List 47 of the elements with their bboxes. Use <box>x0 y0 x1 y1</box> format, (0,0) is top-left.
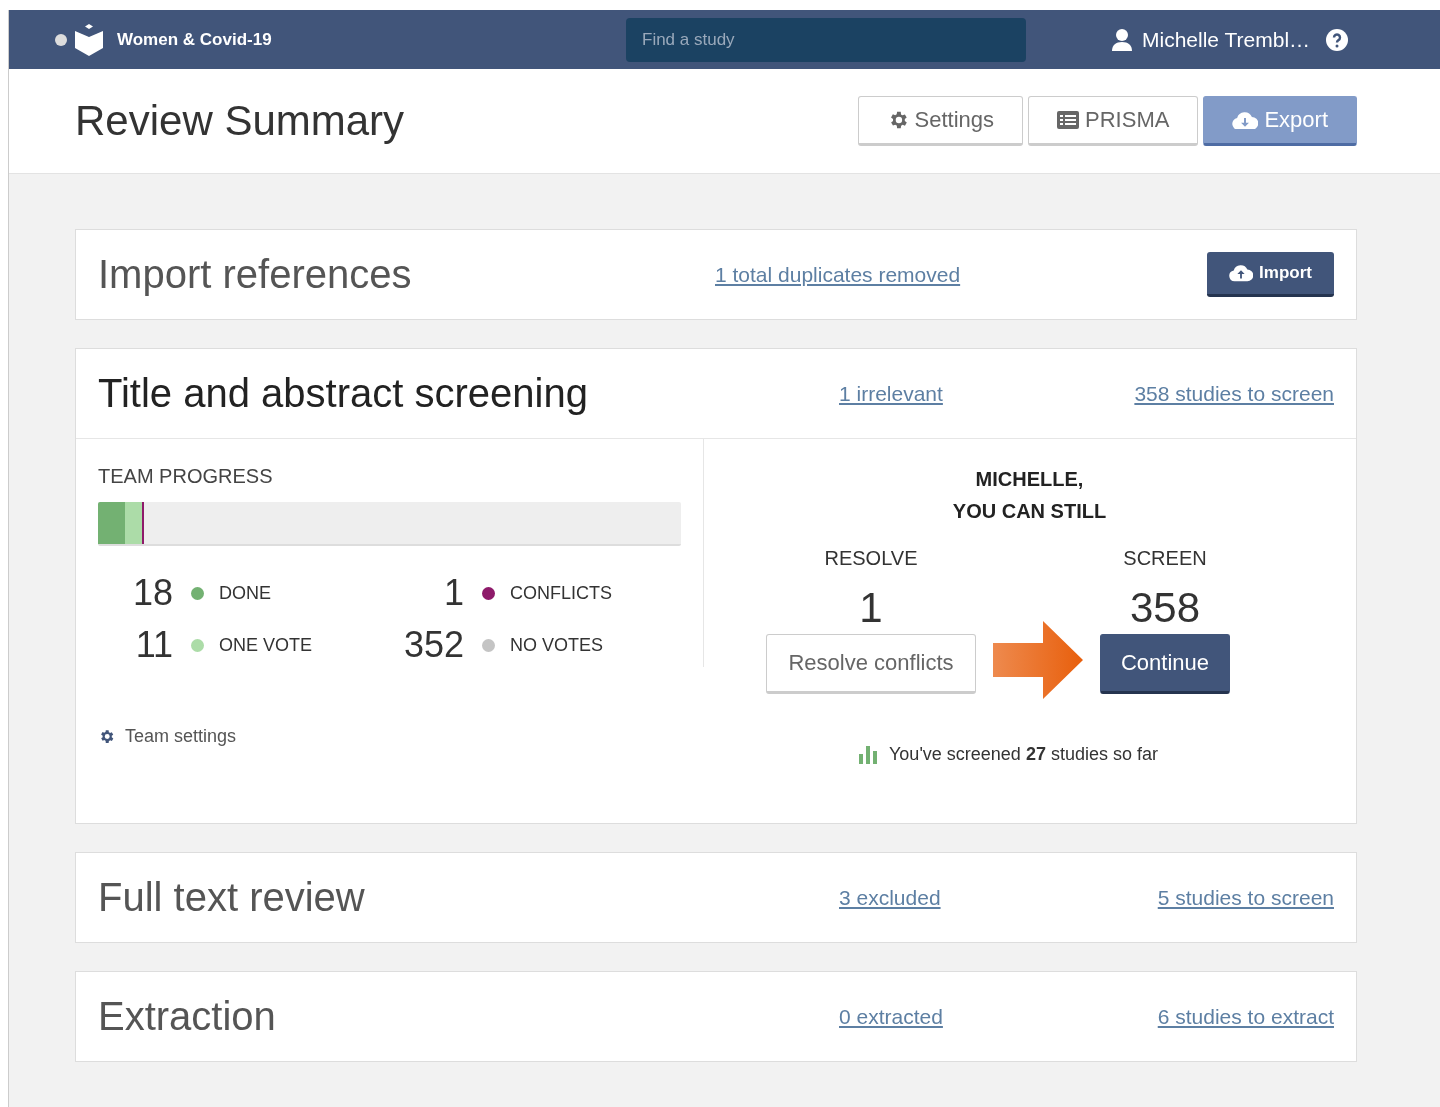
legend-label: CONFLICTS <box>510 582 613 604</box>
continue-button[interactable]: Continue <box>1100 634 1230 694</box>
team-settings-link[interactable]: Team settings <box>98 726 681 747</box>
bar-chart-icon <box>859 745 879 764</box>
cloud-download-icon <box>1232 110 1259 130</box>
action-label: RESOLVE <box>824 547 918 570</box>
legend-count: 352 <box>402 624 464 666</box>
section-link[interactable]: 3 excluded <box>839 885 941 910</box>
legend-label: ONE VOTE <box>219 634 313 656</box>
section-link[interactable]: 1 irrelevant <box>839 381 943 406</box>
project-name[interactable]: Women & Covid-19 <box>117 29 272 50</box>
section-link[interactable]: 0 extracted <box>839 1004 943 1029</box>
status-dot <box>55 33 67 46</box>
section-subtitle: TEAM PROGRESS <box>98 465 274 488</box>
page-title: Review Summary <box>75 97 406 145</box>
screened-note: You've screened 27 studies so far <box>889 744 1158 765</box>
section-link[interactable]: 6 studies to extract <box>1157 1004 1334 1029</box>
import-button[interactable]: Import <box>1207 252 1334 297</box>
section-title: Extraction <box>98 994 277 1039</box>
help-icon[interactable] <box>1326 28 1349 51</box>
cloud-upload-icon <box>1229 264 1254 282</box>
list-icon <box>1057 111 1080 129</box>
conflict-marker <box>142 502 145 544</box>
settings-button[interactable]: Settings <box>857 96 1024 146</box>
legend-count: 11 <box>134 624 173 666</box>
section-title: Title and abstract screening <box>98 371 589 416</box>
section-title: Full text review <box>98 875 366 920</box>
settings-icon <box>98 728 115 745</box>
greeting-heading: MICHELLE, YOU CAN STILL <box>951 467 1108 524</box>
section-link[interactable]: 1 total duplicates removed <box>715 262 961 287</box>
user-icon <box>1112 28 1132 51</box>
action-count: 1 <box>859 584 883 632</box>
legend-label: DONE <box>219 582 272 604</box>
legend-count: 1 <box>442 572 464 614</box>
legend-count: 18 <box>131 572 173 614</box>
logo-icon <box>75 23 103 56</box>
section-link[interactable]: 358 studies to screen <box>1134 381 1334 406</box>
prisma-button[interactable]: PRISMA <box>1028 96 1199 146</box>
section-title: Import references <box>98 252 413 297</box>
action-count: 358 <box>1129 584 1201 632</box>
search-field[interactable]: Find a study <box>626 17 1026 62</box>
resolve-button[interactable]: Resolve conflicts <box>766 634 976 694</box>
legend-label: NO VOTES <box>510 634 604 656</box>
action-label: SCREEN <box>1123 547 1207 570</box>
user-name[interactable]: Michelle Trembl… <box>1142 27 1311 52</box>
arrow-icon <box>993 621 1083 699</box>
section-link[interactable]: 5 studies to screen <box>1157 885 1334 910</box>
